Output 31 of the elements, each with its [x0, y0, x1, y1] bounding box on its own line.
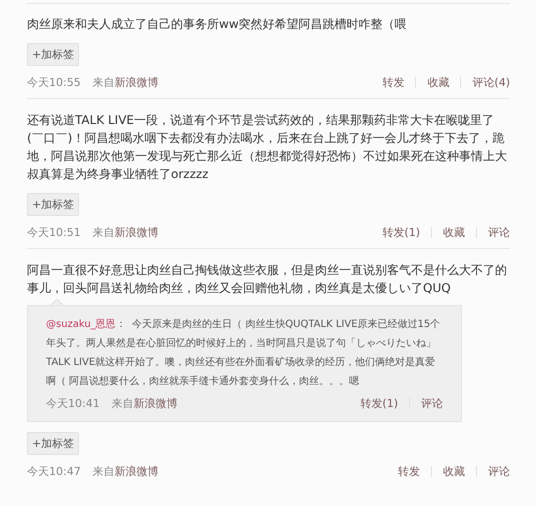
action-link[interactable]: 评论	[488, 225, 510, 240]
action-link[interactable]: 转发(1)	[360, 396, 398, 411]
action-link[interactable]: 评论(4)	[472, 75, 510, 90]
repost-text: @suzaku_恩恩： 今天原来是肉丝的生日（ 肉丝生快QUQTALK LIVE原来已经做过15个年头了。两人果然是在心脏回忆的时候好上的，当时阿昌只是说了句「しゃべりたいね」TALK LIVE就这样开始了。噢，肉丝还有些在外面看矿场收录的经历，他们俩绝对是真爱啊（ 阿昌说想要什么，肉丝就亲手缝卡通外套变身什么，肉丝。。。嗯	[46, 318, 442, 389]
action-link[interactable]: 转发(1)	[382, 225, 420, 240]
action-link[interactable]: 评论	[421, 396, 443, 411]
author-link[interactable]: @suzaku_恩恩	[46, 319, 116, 330]
action-link[interactable]: 转发	[382, 75, 404, 90]
post-time: 今天10:41	[46, 396, 100, 411]
source-label: 来自	[92, 76, 115, 89]
action-link[interactable]: 转发	[398, 464, 420, 479]
action-link[interactable]: 收藏	[443, 464, 465, 479]
action-link[interactable]: 收藏	[443, 225, 465, 240]
action-link[interactable]: 评论	[488, 464, 510, 479]
add-tag-button[interactable]: +加标签	[27, 43, 80, 66]
add-tag-button[interactable]: +加标签	[27, 193, 80, 216]
source-label: 来自	[92, 226, 115, 239]
post-text: 肉丝原来和夫人成立了自己的事务所ww突然好希望阿昌跳槽时咋整（喂	[27, 16, 408, 33]
action-link[interactable]: 收藏	[427, 75, 450, 90]
source-label: 来自	[92, 465, 115, 478]
source-link[interactable]: 新浪微博	[114, 226, 159, 239]
source-label: 来自	[112, 397, 134, 410]
source-link[interactable]: 新浪微博	[114, 76, 159, 89]
post-text: 阿昌一直很不好意思让肉丝自己掏钱做这些衣服，但是肉丝一直说别客气不是什么大不了的事儿，回头阿昌送礼物给肉丝，肉丝又会回赠他礼物，肉丝真是太優しい了QUQ	[27, 262, 508, 297]
source-link[interactable]: 新浪微博	[134, 397, 178, 410]
add-tag-button[interactable]: +加标签	[27, 432, 80, 455]
post-time: 今天10:55	[27, 75, 81, 90]
post-time: 今天10:47	[27, 464, 81, 479]
post-text: 还有说道TALK LIVE一段，说道有个环节是尝试药效的，结果那颗药非常大卡在喉咙里了(￣口￣)！阿昌想喝水咽下去都没有办法喝水，后来在台上跳了好一会儿才终于下去了，跪地，阿昌说那次他第一发现与死亡那么近（想想都觉得好恐怖）不过如果死在这种事情上大叔真算是为终身事业牺牲了orzzzz	[27, 112, 508, 183]
source-link[interactable]: 新浪微博	[114, 465, 159, 478]
post-time: 今天10:51	[27, 225, 81, 240]
